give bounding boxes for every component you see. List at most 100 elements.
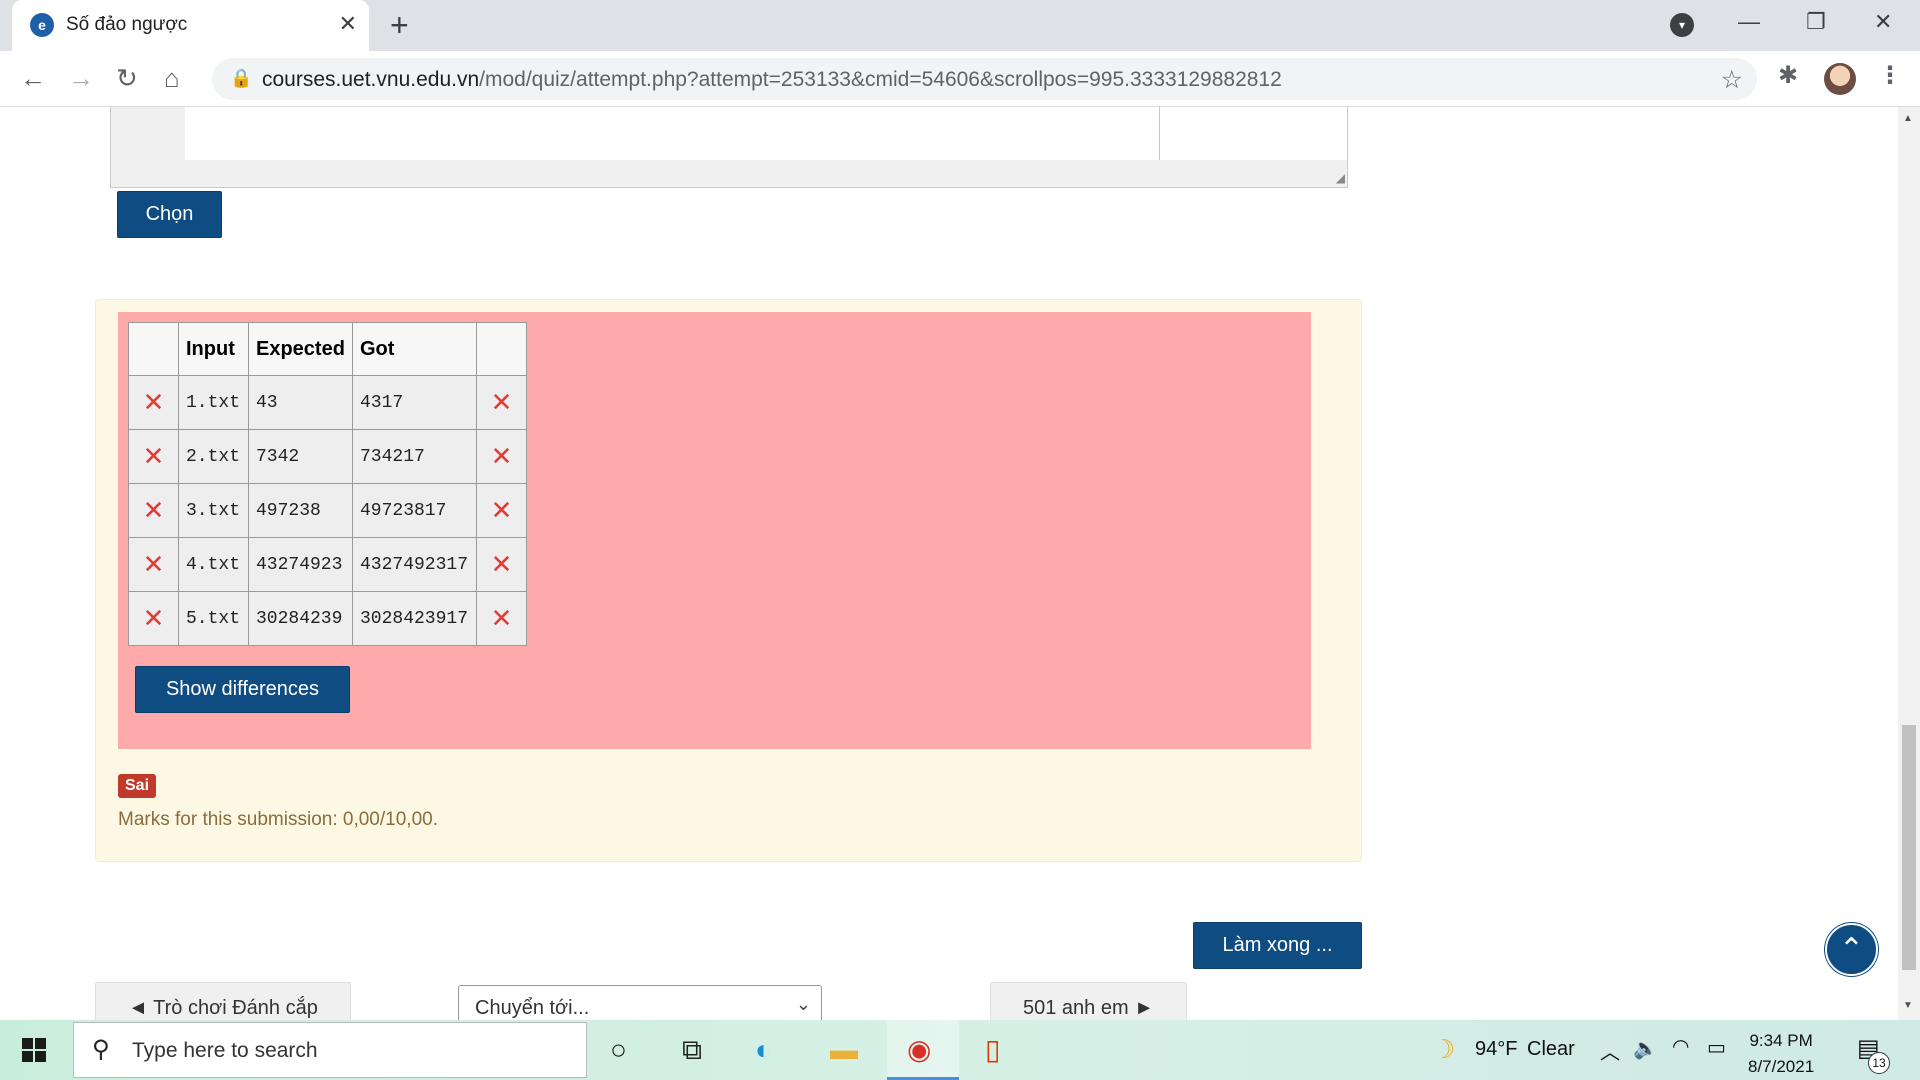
address-bar[interactable]: 🔒 courses.uet.vnu.edu.vn/mod/quiz/attemp… [212,58,1757,100]
fail-x-icon: ✕ [490,387,513,417]
home-icon[interactable]: ⌂ [164,61,180,95]
previous-activity-link[interactable]: ◄ Trò chơi Đánh cắp [95,982,351,1020]
profile-avatar[interactable] [1824,63,1856,95]
office-icon[interactable]: ▯ [985,1034,1000,1066]
code-editor-area[interactable] [185,107,1347,160]
row-status: ✕ [128,429,179,484]
header-input: Input [178,322,249,376]
editor-divider [1159,107,1160,160]
fail-x-icon: ✕ [142,495,165,525]
back-to-top-icon[interactable]: ⌃ [1825,923,1878,976]
marks-text: Marks for this submission: 0,00/10,00. [118,809,438,830]
weather-temperature[interactable]: 94°F [1475,1038,1517,1061]
chevron-down-icon: ⌄ [795,994,811,1014]
task-view-icon[interactable]: ⧉ [682,1034,702,1066]
fail-x-icon: ✕ [142,387,165,417]
wifi-icon[interactable]: ◠ [1672,1034,1689,1059]
cell-expected: 497238 [248,483,353,538]
scroll-thumb[interactable] [1902,725,1916,970]
table-header-row: Input Expected Got [128,322,527,376]
header-got: Got [352,322,477,376]
minimize-icon[interactable]: — [1738,8,1760,36]
resize-grip-icon[interactable]: ◢ [1336,171,1345,185]
tab-title: Số đảo ngược [66,14,188,35]
browser-tab[interactable]: e Số đảo ngược ✕ [12,0,369,51]
page-viewport: ◢ Chọn Input Expected Got ✕ 1.txt 43 431… [0,107,1898,1020]
weather-moon-icon[interactable]: ☽ [1432,1034,1455,1065]
finish-attempt-button[interactable]: Làm xong ... [1193,922,1362,969]
next-activity-link[interactable]: 501 anh em ► [990,982,1187,1020]
browser-tab-strip: e Số đảo ngược ✕ + ▾ — ❐ ✕ [0,0,1920,51]
header-expected: Expected [248,322,353,376]
cell-input: 5.txt [178,591,249,646]
chrome-icon[interactable]: ◉ [907,1034,931,1066]
status-badge: Sai [118,774,157,798]
chrome-taskbar-slot[interactable]: ◉ [887,1020,959,1080]
cortana-icon[interactable]: ○ [610,1034,627,1066]
bookmark-star-icon[interactable]: ☆ [1721,65,1743,95]
url-text[interactable]: courses.uet.vnu.edu.vn/mod/quiz/attempt.… [262,68,1282,92]
clock-time: 9:34 PM [1749,1031,1813,1050]
cell-got: 49723817 [352,483,477,538]
jump-to-select[interactable]: Chuyển tới... ⌄ [458,985,822,1020]
fail-x-icon: ✕ [142,603,165,633]
scroll-up-icon[interactable]: ▲ [1903,113,1913,124]
url-host: courses.uet.vnu.edu.vn [262,68,480,91]
cell-input: 1.txt [178,375,249,430]
page-scrollbar[interactable]: ▲ ▼ [1898,107,1920,1020]
battery-icon[interactable]: ▭ [1707,1035,1726,1060]
file-explorer-icon[interactable]: ▬ [830,1034,858,1066]
row-status: ✕ [128,537,179,592]
extensions-icon[interactable]: ✱ [1778,61,1798,90]
new-tab-icon[interactable]: + [390,8,409,42]
select-button[interactable]: Chọn [117,191,222,238]
code-answer-textarea[interactable]: ◢ [110,107,1348,188]
fail-x-icon: ✕ [490,549,513,579]
table-row: ✕ 1.txt 43 4317 ✕ [128,375,527,430]
tab-close-icon[interactable]: ✕ [339,11,357,37]
cell-input: 2.txt [178,429,249,484]
cell-expected: 43274923 [248,537,353,592]
lock-icon[interactable]: 🔒 [230,68,252,89]
test-results-table: Input Expected Got ✕ 1.txt 43 4317 ✕ ✕ 2… [128,322,527,646]
notification-count-badge: 13 [1868,1052,1890,1074]
row-status: ✕ [128,591,179,646]
cell-got: 4327492317 [352,537,477,592]
jump-to-selected: Chuyển tới... [475,997,590,1019]
search-placeholder: Type here to search [132,1039,318,1062]
row-result: ✕ [476,591,527,646]
show-differences-button[interactable]: Show differences [135,666,350,713]
weather-description[interactable]: Clear [1527,1038,1575,1061]
back-icon[interactable]: ← [20,61,46,95]
edge-icon[interactable]: ◐ [755,1034,772,1066]
reload-icon[interactable]: ↻ [116,61,138,95]
taskbar-search-box[interactable]: ⚲ Type here to search [73,1022,587,1078]
forward-icon[interactable]: → [68,61,94,95]
browser-toolbar: ← → ↻ ⌂ 🔒 courses.uet.vnu.edu.vn/mod/qui… [0,51,1920,107]
header-status [128,322,179,376]
table-row: ✕ 5.txt 30284239 3028423917 ✕ [128,591,527,646]
cell-expected: 30284239 [248,591,353,646]
table-row: ✕ 3.txt 497238 49723817 ✕ [128,483,527,538]
submission-feedback: Input Expected Got ✕ 1.txt 43 4317 ✕ ✕ 2… [95,299,1362,862]
cell-expected: 7342 [248,429,353,484]
scroll-down-icon[interactable]: ▼ [1903,1000,1913,1011]
window-close-icon[interactable]: ✕ [1874,8,1892,36]
windows-start-icon[interactable] [22,1038,46,1062]
table-row: ✕ 2.txt 7342 734217 ✕ [128,429,527,484]
row-result: ✕ [476,429,527,484]
cell-expected: 43 [248,375,353,430]
cell-input: 3.txt [178,483,249,538]
system-clock[interactable]: 9:34 PM 8/7/2021 [1748,1028,1814,1080]
header-result [476,322,527,376]
url-path: /mod/quiz/attempt.php?attempt=253133&cmi… [479,68,1282,91]
fail-x-icon: ✕ [490,495,513,525]
restore-icon[interactable]: ❐ [1806,8,1826,36]
volume-icon[interactable]: 🔈 [1633,1036,1658,1061]
row-result: ✕ [476,537,527,592]
show-hidden-icons-icon[interactable]: ︿ [1600,1036,1620,1065]
browser-menu-icon[interactable]: ⋮ [1878,61,1902,90]
cell-got: 4317 [352,375,477,430]
row-result: ✕ [476,483,527,538]
tab-search-icon[interactable]: ▾ [1670,13,1694,37]
